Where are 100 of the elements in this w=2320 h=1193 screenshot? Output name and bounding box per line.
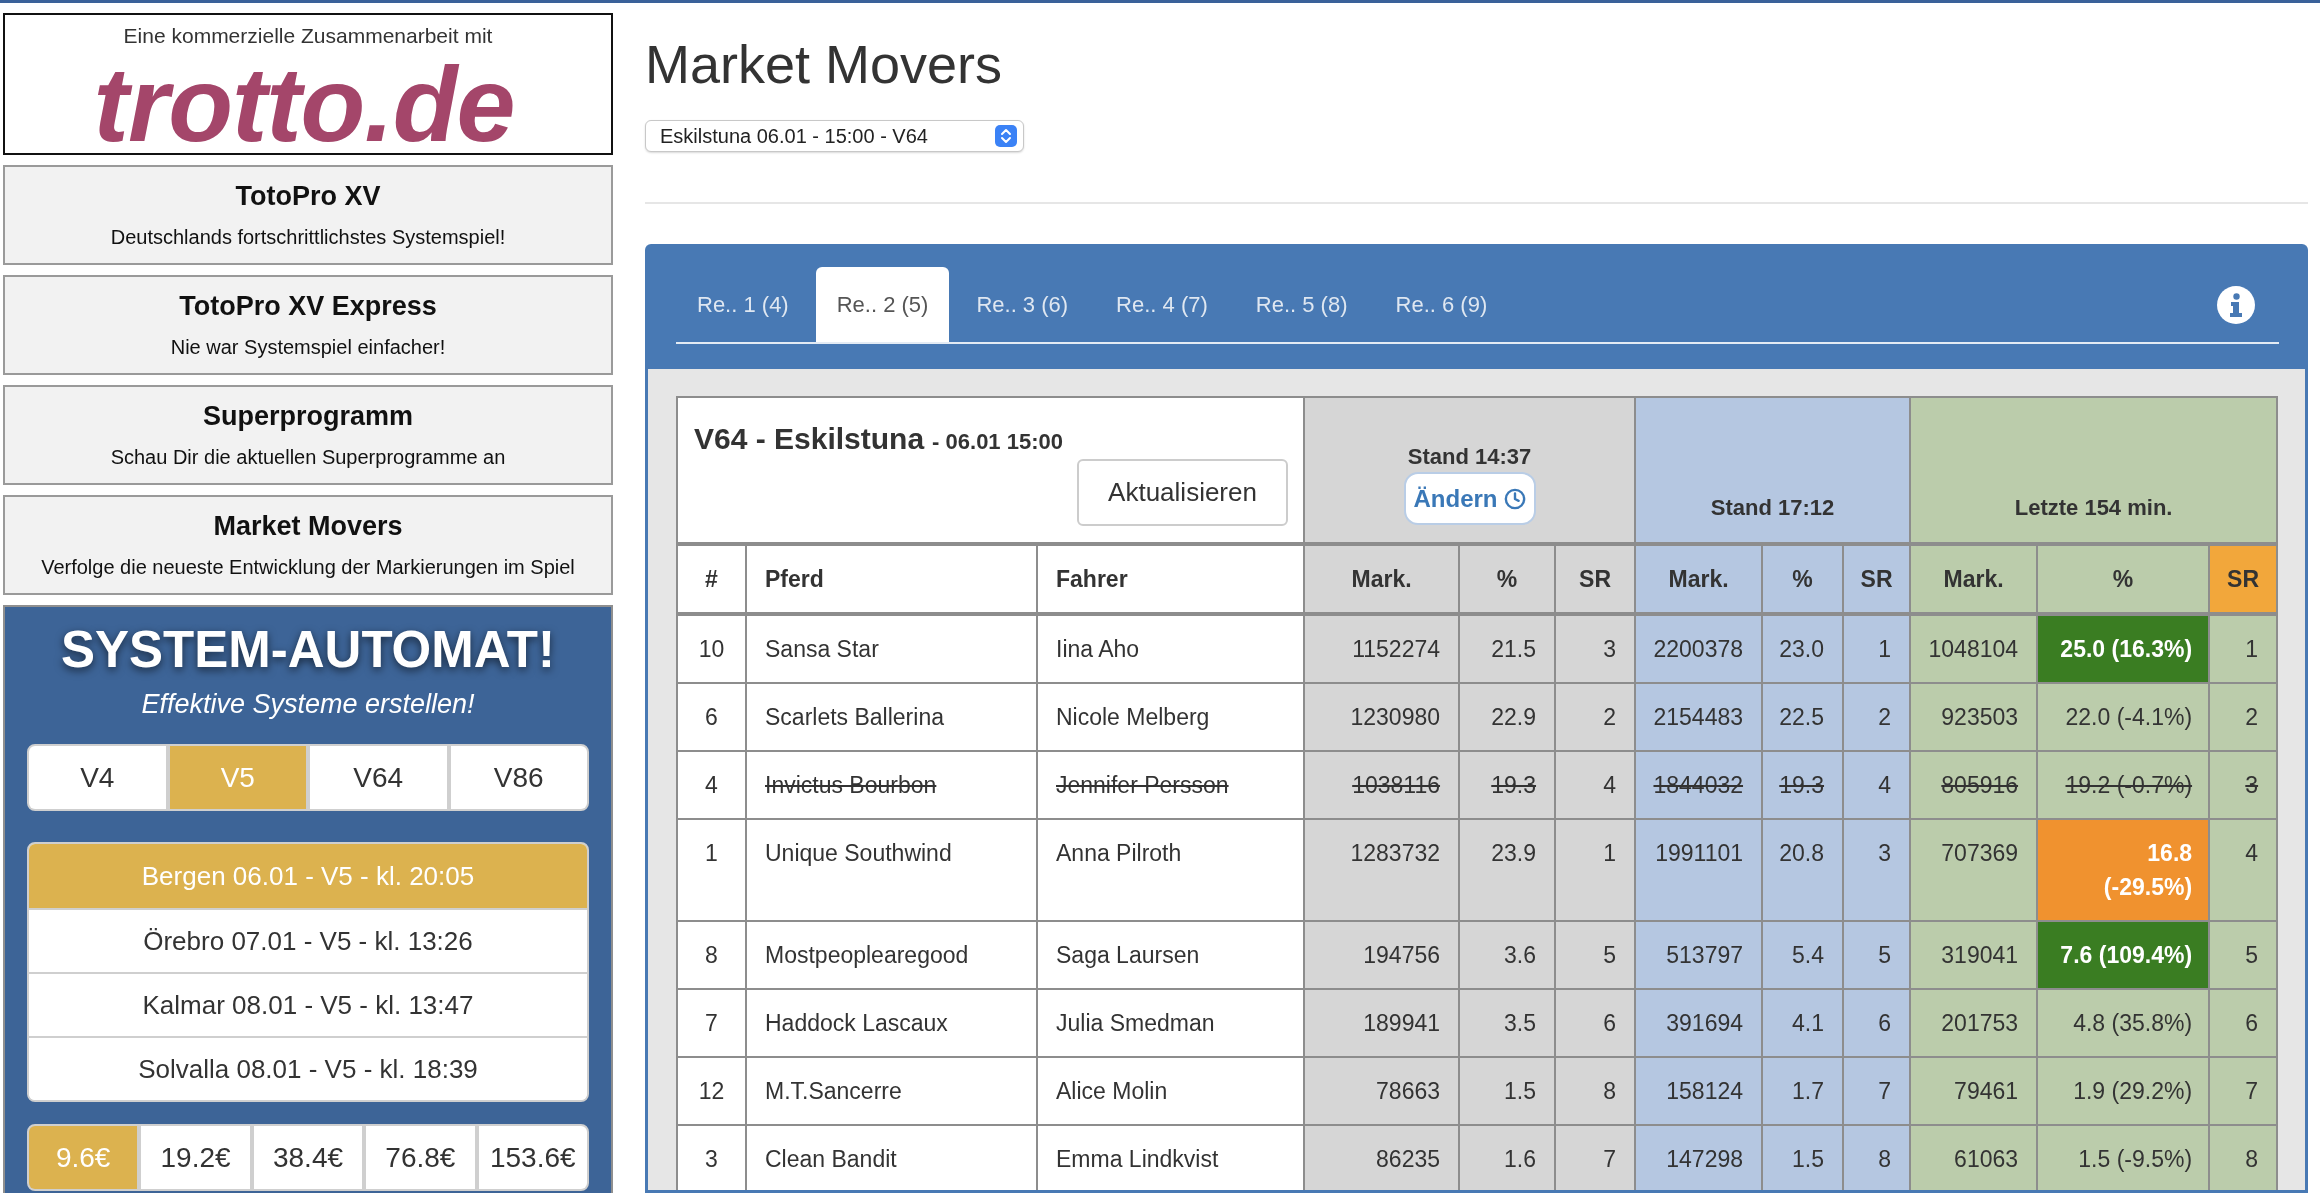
horse-name-cell: Mostpeoplearegood <box>746 921 1037 989</box>
promo-card[interactable]: Superprogramm Schau Dir die aktuellen Superprogramme an <box>3 385 613 485</box>
clock-icon <box>1503 487 1526 510</box>
percent-cell: 1.6 <box>1459 1125 1556 1190</box>
column-header: Mark. <box>1304 544 1460 614</box>
percent-cell: 22.5 <box>1762 683 1844 751</box>
horse-name-cell: Haddock Lascaux <box>746 989 1037 1057</box>
race-select[interactable]: Eskilstuna 06.01 - 15:00 - V64 <box>645 120 1024 152</box>
percent-cell: 1.5 <box>1459 1057 1556 1125</box>
rank-cell: 1 <box>1843 614 1911 683</box>
rank-cell: 5 <box>1555 921 1636 989</box>
group-heading: Stand 17:12 <box>1710 494 1835 522</box>
marks-cell: 2154483 <box>1635 683 1763 751</box>
partner-banner[interactable]: Eine kommerzielle Zusammenarbeit mit trotto.de <box>3 13 613 155</box>
marks-cell: 2200378 <box>1635 614 1763 683</box>
refresh-button[interactable]: Aktualisieren <box>1077 459 1289 526</box>
column-header: SR <box>2209 544 2278 614</box>
race-tab[interactable]: Re.. 5 (8) <box>1234 267 1369 342</box>
race-list-item[interactable]: Solvalla 08.01 - V5 - kl. 18:39 <box>29 1036 587 1100</box>
percent-cell: 19.3 <box>1762 751 1844 819</box>
rank-cell: 3 <box>1843 819 1911 921</box>
game-type-button[interactable]: V64 <box>310 746 447 809</box>
horse-name-cell: Sansa Star <box>746 614 1037 683</box>
promo-title: TotoPro XV <box>235 180 381 213</box>
race-tab[interactable]: Re.. 1 (4) <box>676 267 810 342</box>
column-header: SR <box>1555 544 1636 614</box>
race-tab[interactable]: Re.. 4 (7) <box>1095 267 1229 342</box>
marks-cell: 194756 <box>1304 921 1460 989</box>
rank-cell: 2 <box>1843 683 1911 751</box>
start-number-cell: 10 <box>677 614 746 683</box>
marks-cell: 1283732 <box>1304 819 1460 921</box>
start-number-cell: 1 <box>677 819 746 921</box>
marks-cell: 1038116 <box>1304 751 1460 819</box>
horse-name-cell: Unique Southwind <box>746 819 1037 921</box>
start-number-cell: 3 <box>677 1125 746 1190</box>
race-tab[interactable]: Re.. 3 (6) <box>955 267 1090 342</box>
rank-cell: 1 <box>1555 819 1636 921</box>
percent-cell: 3.5 <box>1459 989 1556 1057</box>
marks-cell: 319041 <box>1910 921 2038 989</box>
column-header: SR <box>1843 544 1911 614</box>
system-automat-subtitle: Effektive Systeme erstellen! <box>141 688 475 720</box>
driver-name-cell: Emma Lindkvist <box>1037 1125 1305 1190</box>
column-header: Mark. <box>1635 544 1763 614</box>
change-time-button[interactable]: Ändern <box>1403 472 1536 525</box>
marks-cell: 189941 <box>1304 989 1460 1057</box>
promo-title: TotoPro XV Express <box>179 290 437 323</box>
stake-button[interactable]: 19.2€ <box>141 1126 250 1189</box>
marks-cell: 147298 <box>1635 1125 1763 1190</box>
rank-cell: 3 <box>1555 614 1636 683</box>
column-header: % <box>1459 544 1556 614</box>
horse-name-cell: M.T.Sancerre <box>746 1057 1037 1125</box>
percent-cell: 3.6 <box>1459 921 1556 989</box>
percent-cell: 4.8 (35.8%) <box>2037 989 2210 1057</box>
stake-button[interactable]: 38.4€ <box>253 1126 363 1189</box>
promo-card[interactable]: Market Movers Verfolge die neueste Entwicklung der Markierungen im Spiel <box>3 495 613 595</box>
marks-cell: 1048104 <box>1910 614 2038 683</box>
marks-cell: 391694 <box>1635 989 1763 1057</box>
info-icon[interactable] <box>2217 285 2255 324</box>
marks-cell: 1844032 <box>1635 751 1763 819</box>
marks-cell: 805916 <box>1910 751 2038 819</box>
column-header: % <box>1762 544 1844 614</box>
race-tab[interactable]: Re.. 6 (9) <box>1374 267 1509 342</box>
marks-cell: 1152274 <box>1304 614 1460 683</box>
game-type-button[interactable]: V86 <box>450 746 587 809</box>
promo-card[interactable]: TotoPro XV Express Nie war Systemspiel einfacher! <box>3 275 613 375</box>
percent-cell: 1.5 (-9.5%) <box>2037 1125 2210 1190</box>
promo-title: Market Movers <box>213 510 403 543</box>
column-header: Mark. <box>1910 544 2038 614</box>
start-number-cell: 4 <box>677 751 746 819</box>
race-date: - 06.01 15:00 <box>932 429 1063 455</box>
rank-cell: 5 <box>1843 921 1911 989</box>
percent-cell: 22.0 (-4.1%) <box>2037 683 2210 751</box>
rank-cell: 8 <box>1555 1057 1636 1125</box>
group-heading: Letzte 154 min. <box>2014 494 2173 522</box>
column-header: # <box>677 544 746 614</box>
promo-card[interactable]: TotoPro XV Deutschlands fortschrittlichstes Systemspiel! <box>3 165 613 265</box>
promo-subtitle: Nie war Systemspiel einfacher! <box>170 335 446 360</box>
marks-cell: 707369 <box>1910 819 2038 921</box>
stake-button[interactable]: 153.6€ <box>478 1126 587 1189</box>
rank-cell: 7 <box>1555 1125 1636 1190</box>
marks-cell: 1230980 <box>1304 683 1460 751</box>
game-type-button[interactable]: V4 <box>29 746 166 809</box>
rank-cell: 4 <box>1843 751 1911 819</box>
system-automat-title: SYSTEM-AUTOMAT! <box>61 620 555 680</box>
marks-cell: 1991101 <box>1635 819 1763 921</box>
rank-cell: 2 <box>1555 683 1636 751</box>
column-header: % <box>2037 544 2210 614</box>
stake-button[interactable]: 76.8€ <box>366 1126 475 1189</box>
percent-cell: 22.9 <box>1459 683 1556 751</box>
marks-cell: 201753 <box>1910 989 2038 1057</box>
start-number-cell: 8 <box>677 921 746 989</box>
chevron-icon <box>995 125 1017 147</box>
race-tab[interactable]: Re.. 2 (5) <box>815 267 950 342</box>
driver-name-cell: Saga Laursen <box>1037 921 1305 989</box>
driver-name-cell: Jennifer Persson <box>1037 751 1305 819</box>
horse-name-cell: Invictus Bourbon <box>746 751 1037 819</box>
rank-cell: 1 <box>2209 614 2278 683</box>
percent-cell: 25.0 (16.3%) <box>2037 614 2210 683</box>
column-header: Fahrer <box>1037 544 1305 614</box>
rank-cell: 6 <box>2209 989 2278 1057</box>
